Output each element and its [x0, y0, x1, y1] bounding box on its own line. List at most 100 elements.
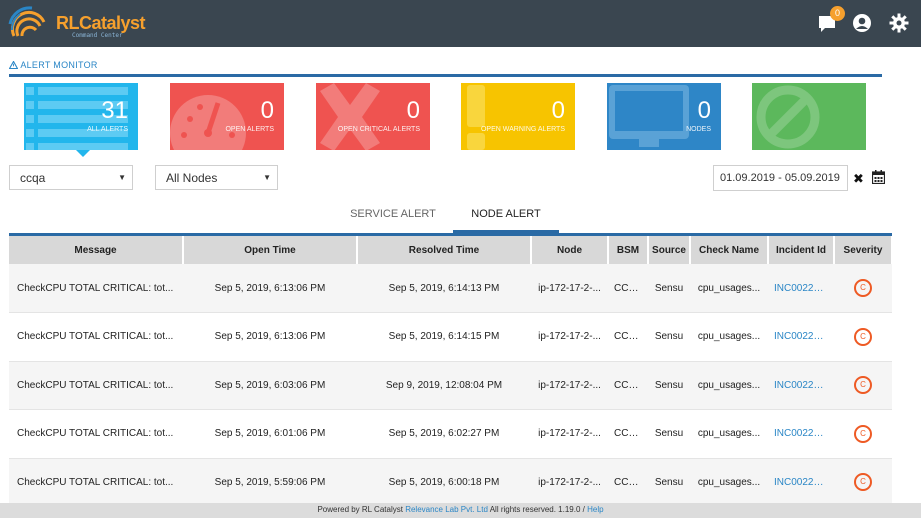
critical-severity-icon: C	[854, 473, 872, 492]
incident-link[interactable]: INC0022352	[768, 264, 834, 313]
card-label: OPEN WARNING ALERTS	[480, 126, 565, 133]
column-header-open-time[interactable]: Open Time	[183, 236, 358, 264]
cell-severity: C	[834, 264, 892, 313]
cell-source: Sensu	[648, 409, 690, 459]
tab-service-alert[interactable]: SERVICE ALERT	[340, 202, 446, 233]
notification-badge: 0	[830, 6, 845, 21]
cell-open-time: Sep 5, 2019, 6:03:06 PM	[183, 361, 357, 410]
critical-severity-icon: C	[854, 327, 872, 346]
cell-check-name: cpu_usages...	[690, 312, 768, 362]
brand-name: RLCatalyst	[56, 13, 146, 33]
app-logo[interactable]: RLCatalyst Command Center	[6, 4, 146, 44]
active-card-indicator	[76, 150, 90, 157]
bsm-select[interactable]: ccqa ▼	[9, 165, 133, 190]
cell-bsm: CCQA	[608, 361, 648, 410]
cell-message: CheckCPU TOTAL CRITICAL: tot...	[9, 361, 183, 410]
cell-bsm: CCQA	[608, 409, 648, 459]
cell-bsm: CCQA	[608, 312, 648, 362]
critical-severity-icon: C	[854, 279, 872, 297]
column-header-incident-id[interactable]: Incident Id	[768, 236, 835, 264]
cell-severity: C	[834, 409, 892, 459]
top-navbar: RLCatalyst Command Center 0	[0, 0, 921, 47]
incident-link[interactable]: INC0022351	[768, 361, 834, 410]
tab-node-alert[interactable]: NODE ALERT	[453, 202, 559, 233]
incident-link[interactable]: INC0022349	[768, 458, 834, 503]
table-row[interactable]: CheckCPU TOTAL CRITICAL: tot... Sep 5, 2…	[9, 264, 892, 313]
cell-check-name: cpu_usages...	[690, 458, 768, 503]
cell-resolved-time: Sep 5, 2019, 6:00:18 PM	[357, 458, 531, 503]
card-value: 0	[551, 97, 565, 124]
card-nodes[interactable]: 0 NODES	[607, 83, 721, 150]
chevron-down-icon: ▼	[118, 173, 126, 182]
section-title-text: ALERT MONITOR	[20, 60, 98, 70]
cell-severity: C	[834, 361, 892, 410]
cell-check-name: cpu_usages...	[690, 361, 768, 410]
table-row[interactable]: CheckCPU TOTAL CRITICAL: tot... Sep 5, 2…	[9, 361, 892, 410]
column-header-node[interactable]: Node	[531, 236, 609, 264]
cell-message: CheckCPU TOTAL CRITICAL: tot...	[9, 312, 183, 362]
cell-open-time: Sep 5, 2019, 6:13:06 PM	[183, 312, 357, 362]
card-all-alerts[interactable]: 31 ALL ALERTS	[24, 83, 138, 150]
column-header-check-name[interactable]: Check Name	[690, 236, 769, 264]
column-header-bsm[interactable]: BSM	[608, 236, 649, 264]
cell-node: ip-172-17-2-...	[531, 361, 608, 410]
notifications-button[interactable]: 0	[817, 6, 847, 38]
incident-link[interactable]: INC0022353	[768, 312, 834, 362]
cell-message: CheckCPU TOTAL CRITICAL: tot...	[9, 458, 183, 503]
table-header-row: Message Open Time Resolved Time Node BSM…	[9, 236, 892, 264]
cell-bsm: CCQA	[608, 264, 648, 313]
cell-resolved-time: Sep 9, 2019, 12:08:04 PM	[357, 361, 531, 410]
column-header-source[interactable]: Source	[648, 236, 691, 264]
logo-icon	[8, 6, 46, 37]
column-header-message[interactable]: Message	[9, 236, 184, 264]
cell-resolved-time: Sep 5, 2019, 6:02:27 PM	[357, 409, 531, 459]
card-open-critical-alerts[interactable]: 0 OPEN CRITICAL ALERTS	[316, 83, 430, 150]
table-row[interactable]: CheckCPU TOTAL CRITICAL: tot... Sep 5, 2…	[9, 458, 892, 503]
card-label: OPEN CRITICAL ALERTS	[337, 126, 420, 133]
cell-severity: C	[834, 458, 892, 503]
gear-icon[interactable]	[889, 13, 909, 33]
card-value: 31	[101, 97, 128, 124]
column-header-severity[interactable]: Severity	[834, 236, 892, 264]
card-open-warning-alerts[interactable]: 0 OPEN WARNING ALERTS	[461, 83, 575, 150]
cell-message: CheckCPU TOTAL CRITICAL: tot...	[9, 264, 183, 313]
user-icon[interactable]	[852, 13, 872, 33]
ban-icon	[756, 85, 820, 149]
cell-resolved-time: Sep 5, 2019, 6:14:13 PM	[357, 264, 531, 313]
card-value: 0	[697, 97, 711, 124]
footer-help-link[interactable]: Help	[587, 505, 603, 514]
critical-severity-icon: C	[854, 424, 872, 443]
table-row[interactable]: CheckCPU TOTAL CRITICAL: tot... Sep 5, 2…	[9, 409, 892, 459]
card-label: ALL ALERTS	[87, 126, 128, 133]
clear-date-icon[interactable]: ✖	[853, 171, 864, 187]
cell-source: Sensu	[648, 312, 690, 362]
card-open-alerts[interactable]: 0 OPEN ALERTS	[170, 83, 284, 150]
cell-open-time: Sep 5, 2019, 5:59:06 PM	[183, 458, 357, 503]
cell-bsm: CCQA	[608, 458, 648, 503]
cell-node: ip-172-17-2-...	[531, 458, 608, 503]
section-title: ALERT MONITOR	[8, 60, 98, 70]
calendar-icon[interactable]	[872, 170, 885, 184]
brand-subtitle: Command Center	[72, 32, 123, 39]
critical-severity-icon: C	[854, 376, 872, 395]
card-label: NODES	[686, 126, 711, 133]
cell-check-name: cpu_usages...	[690, 409, 768, 459]
cell-source: Sensu	[648, 361, 690, 410]
section-divider	[9, 74, 882, 77]
alerts-table: Message Open Time Resolved Time Node BSM…	[9, 233, 892, 503]
node-select[interactable]: All Nodes ▼	[155, 165, 278, 190]
column-header-resolved-time[interactable]: Resolved Time	[357, 236, 532, 264]
cell-open-time: Sep 5, 2019, 6:13:06 PM	[183, 264, 357, 313]
table-row[interactable]: CheckCPU TOTAL CRITICAL: tot... Sep 5, 2…	[9, 312, 892, 362]
footer-company-link[interactable]: Relevance Lab Pvt. Ltd	[405, 505, 488, 514]
incident-link[interactable]: INC0022350	[768, 409, 834, 459]
cell-resolved-time: Sep 5, 2019, 6:14:15 PM	[357, 312, 531, 362]
card-value: 0	[260, 97, 274, 124]
cell-source: Sensu	[648, 458, 690, 503]
date-range-input[interactable]: 01.09.2019 - 05.09.2019	[713, 165, 848, 191]
chevron-down-icon: ▼	[263, 173, 271, 182]
cell-node: ip-172-17-2-...	[531, 312, 608, 362]
footer: Powered by RL Catalyst Relevance Lab Pvt…	[0, 503, 921, 518]
card-disabled[interactable]	[752, 83, 866, 150]
cell-source: Sensu	[648, 264, 690, 313]
